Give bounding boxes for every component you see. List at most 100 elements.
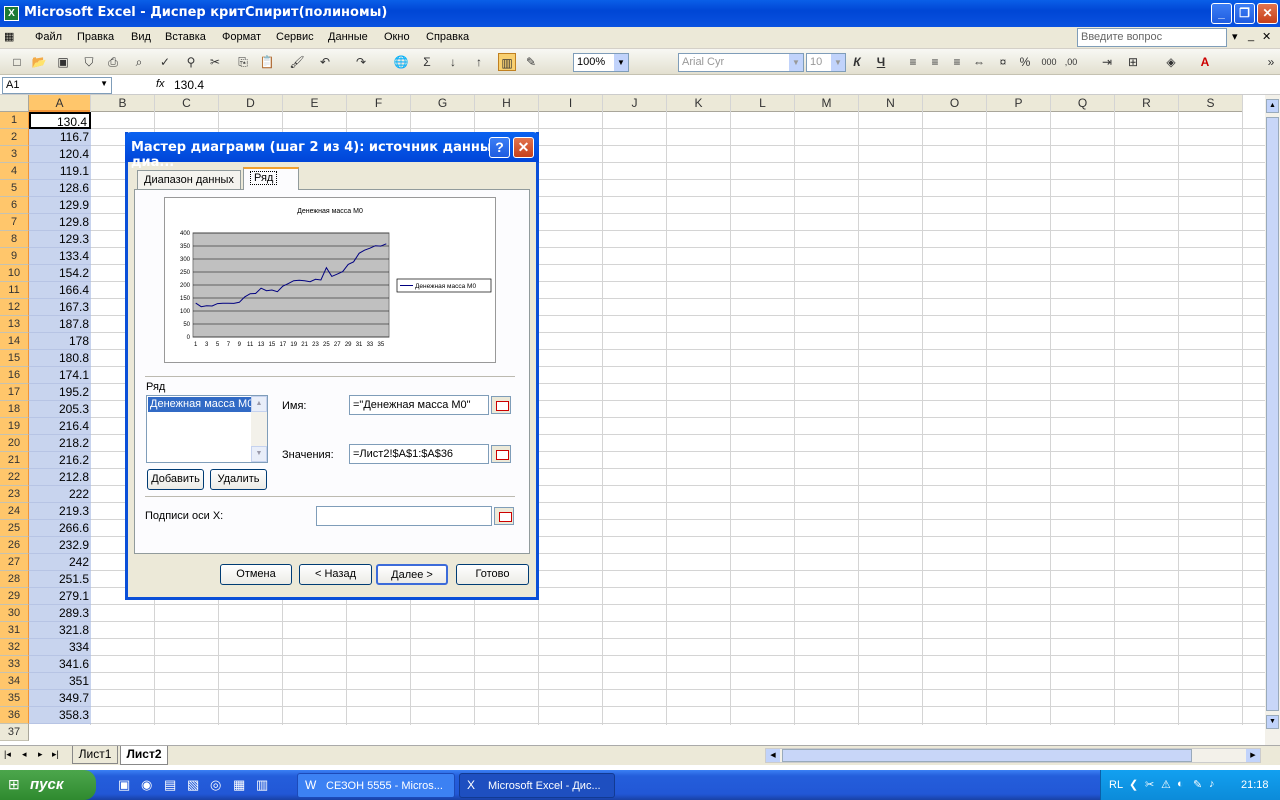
row-header[interactable]: 19 <box>0 418 29 435</box>
drawing-icon[interactable]: ✎ <box>522 53 540 71</box>
next-button[interactable]: Далее > <box>376 564 448 585</box>
column-header[interactable]: M <box>795 95 859 112</box>
row-header[interactable]: 23 <box>0 486 29 503</box>
remove-series-button[interactable]: Удалить <box>210 469 267 490</box>
column-header[interactable]: E <box>283 95 347 112</box>
zoom-select[interactable]: 100% ▼ <box>573 53 629 72</box>
column-header[interactable]: L <box>731 95 795 112</box>
merge-center-icon[interactable]: ⇔ <box>970 53 988 71</box>
row-header[interactable]: 13 <box>0 316 29 333</box>
cell[interactable]: 166.4 <box>29 282 91 299</box>
menu-tools[interactable]: Сервис <box>276 31 314 43</box>
menu-help[interactable]: Справка <box>426 31 469 43</box>
row-header[interactable]: 29 <box>0 588 29 605</box>
sort-desc-icon[interactable]: ↑ <box>470 53 488 71</box>
row-header[interactable]: 26 <box>0 537 29 554</box>
sheet-tab-2[interactable]: Лист2 <box>120 746 168 765</box>
cell[interactable]: 129.8 <box>29 214 91 231</box>
redo-icon[interactable]: ↷ <box>352 53 370 71</box>
dialog-close-button[interactable]: ✕ <box>513 137 534 158</box>
row-header[interactable]: 15 <box>0 350 29 367</box>
row-header[interactable]: 6 <box>0 197 29 214</box>
scroll-up-icon[interactable]: ▲ <box>1266 99 1279 113</box>
column-header[interactable]: Q <box>1051 95 1115 112</box>
select-all-corner[interactable] <box>0 95 29 112</box>
column-header[interactable]: H <box>475 95 539 112</box>
desktop-icon[interactable]: ▣ <box>118 777 130 793</box>
row-header[interactable]: 16 <box>0 367 29 384</box>
sort-asc-icon[interactable]: ↓ <box>444 53 462 71</box>
column-header[interactable]: G <box>411 95 475 112</box>
add-series-button[interactable]: Добавить <box>147 469 204 490</box>
cell[interactable]: 216.4 <box>29 418 91 435</box>
spelling-icon[interactable]: ✓ <box>156 53 174 71</box>
cell[interactable]: 205.3 <box>29 401 91 418</box>
new-icon[interactable]: □ <box>8 53 26 71</box>
finish-button[interactable]: Готово <box>456 564 529 585</box>
menu-format[interactable]: Формат <box>222 31 261 43</box>
cell[interactable]: 349.7 <box>29 690 91 707</box>
increase-decimal-icon[interactable]: ,00 <box>1062 53 1080 71</box>
indent-icon[interactable]: ⇥ <box>1098 53 1116 71</box>
row-header[interactable]: 31 <box>0 622 29 639</box>
format-painter-icon[interactable]: 🖌 <box>288 53 306 71</box>
row-header[interactable]: 17 <box>0 384 29 401</box>
row-header[interactable]: 4 <box>0 163 29 180</box>
doc-icon[interactable]: ▦ <box>4 30 14 43</box>
cell[interactable]: 116.7 <box>29 129 91 146</box>
row-header[interactable]: 18 <box>0 401 29 418</box>
column-header[interactable]: A <box>29 95 91 112</box>
program-icon[interactable]: ▦ <box>233 777 245 793</box>
cell[interactable]: 321.8 <box>29 622 91 639</box>
column-header[interactable]: O <box>923 95 987 112</box>
row-header[interactable]: 21 <box>0 452 29 469</box>
cell[interactable]: 174.1 <box>29 367 91 384</box>
tab-series[interactable]: Ряд <box>243 167 299 190</box>
player-icon[interactable]: ◎ <box>210 777 221 793</box>
permission-icon[interactable]: ⛉ <box>80 53 98 71</box>
cell[interactable]: 119.1 <box>29 163 91 180</box>
cell[interactable]: 222 <box>29 486 91 503</box>
font-select[interactable]: Arial Cyr ▼ <box>678 53 804 72</box>
row-header[interactable]: 30 <box>0 605 29 622</box>
collapse-dialog-icon[interactable] <box>491 396 511 414</box>
listbox-scrollbar[interactable]: ▲ ▼ <box>251 396 267 462</box>
series-values-input[interactable]: =Лист2!$A$1:$A$36 <box>349 444 489 464</box>
cell[interactable]: 129.9 <box>29 197 91 214</box>
help-search-input[interactable]: Введите вопрос <box>1077 28 1227 47</box>
list-item[interactable]: Денежная масса М0 <box>148 397 252 412</box>
doc-minimize-icon[interactable]: _ <box>1248 30 1254 42</box>
cell[interactable]: 242 <box>29 554 91 571</box>
horizontal-scrollbar[interactable]: ◀ ▶ <box>765 748 1261 763</box>
minimize-button[interactable]: _ <box>1211 3 1232 24</box>
column-header[interactable]: B <box>91 95 155 112</box>
media-icon[interactable]: ▧ <box>187 777 199 793</box>
fill-color-icon[interactable]: ◈ <box>1162 53 1180 71</box>
first-sheet-icon[interactable]: |◂ <box>4 749 11 760</box>
cell[interactable]: 154.2 <box>29 265 91 282</box>
last-sheet-icon[interactable]: ▸| <box>52 749 59 760</box>
cell[interactable]: 180.8 <box>29 350 91 367</box>
row-header[interactable]: 12 <box>0 299 29 316</box>
row-header[interactable]: 36 <box>0 707 29 724</box>
font-size-select[interactable]: 10 ▼ <box>806 53 846 72</box>
menu-insert[interactable]: Вставка <box>165 31 206 43</box>
next-sheet-icon[interactable]: ▸ <box>38 749 43 760</box>
open-icon[interactable]: 📂 <box>30 53 48 71</box>
tray-icon-3[interactable]: ◐ <box>1177 778 1184 790</box>
research-icon[interactable]: ⚲ <box>182 53 200 71</box>
menu-file[interactable]: Файл <box>35 31 62 43</box>
cell[interactable]: 178 <box>29 333 91 350</box>
cell[interactable]: 251.5 <box>29 571 91 588</box>
column-header[interactable]: J <box>603 95 667 112</box>
row-header[interactable]: 2 <box>0 129 29 146</box>
language-indicator[interactable]: RL <box>1109 779 1123 791</box>
row-header[interactable]: 24 <box>0 503 29 520</box>
xaxis-labels-input[interactable] <box>316 506 492 526</box>
cell[interactable]: 212.8 <box>29 469 91 486</box>
clock[interactable]: 21:18 <box>1241 779 1269 791</box>
currency-icon[interactable]: ¤ <box>994 53 1012 71</box>
fx-icon[interactable]: fx <box>156 78 165 90</box>
vertical-scrollbar[interactable]: ▲ ▼ <box>1265 95 1280 745</box>
cell[interactable]: 216.2 <box>29 452 91 469</box>
